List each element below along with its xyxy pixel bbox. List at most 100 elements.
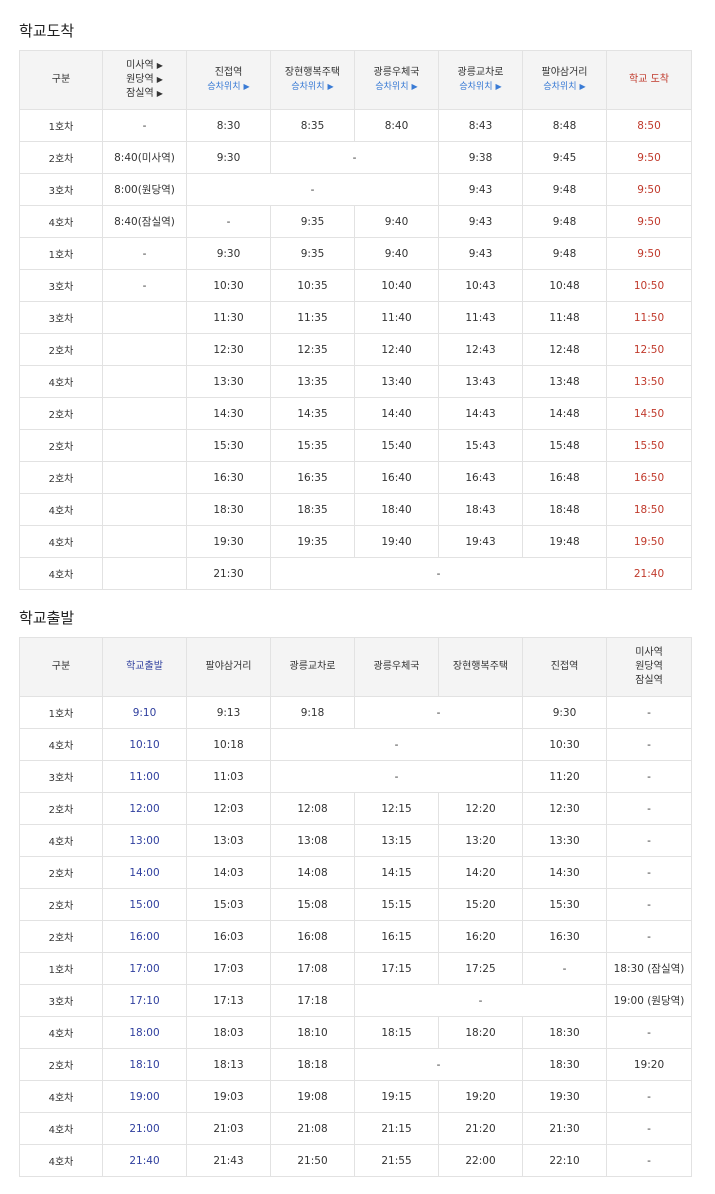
cell-origin xyxy=(102,397,187,430)
cell-janghyeon: 16:35 xyxy=(270,461,355,494)
cell-intersection: 16:08 xyxy=(270,920,355,953)
table-row: 4호차 21:00 21:03 21:08 21:15 21:20 21:30- xyxy=(19,1112,692,1145)
seat-link-janghyeon[interactable]: 승차위치 ▶ xyxy=(271,80,354,94)
cell-palya: 14:03 xyxy=(186,856,271,889)
cell-intersection: 14:08 xyxy=(270,856,355,889)
seat-link-palya[interactable]: 승차위치 ▶ xyxy=(523,80,606,94)
table-row: 2호차 16:00 16:03 16:08 16:15 16:20 16:30- xyxy=(19,920,692,953)
cell-post: 13:40 xyxy=(354,365,439,398)
cell-car: 4호차 xyxy=(19,557,103,590)
header-gubun: 구분 xyxy=(19,50,103,110)
cell-post: 15:40 xyxy=(354,429,439,462)
cell-destination: - xyxy=(606,920,692,953)
table-row: 3호차 17:10 17:13 17:18-19:00 (원당역) xyxy=(19,984,692,1017)
cell-palya: 12:48 xyxy=(522,333,607,366)
cell-car: 4호차 xyxy=(19,1144,103,1177)
cell-post: 13:15 xyxy=(354,824,439,857)
cell-janghyeon: 21:20 xyxy=(438,1112,523,1145)
cell-jinjeop: 21:30 xyxy=(522,1112,607,1145)
cell-post: 15:15 xyxy=(354,888,439,921)
table-row: 3호차 11:00 11:03-11:20- xyxy=(19,760,692,793)
header-janghyeon: 장현행복주택 승차위치 ▶ xyxy=(270,50,355,110)
cell-post: 9:40 xyxy=(354,205,439,238)
cell-jinjeop: 13:30 xyxy=(522,824,607,857)
cell-post: 21:15 xyxy=(354,1112,439,1145)
cell-jinjeop: 18:30 xyxy=(522,1016,607,1049)
cell-jinjeop: 10:30 xyxy=(186,269,271,302)
cell-car: 4호차 xyxy=(19,1016,103,1049)
cell-car: 3호차 xyxy=(19,760,103,793)
cell-car: 4호차 xyxy=(19,525,103,558)
cell-destination: - xyxy=(606,1080,692,1113)
seat-link-intersection[interactable]: 승차위치 ▶ xyxy=(439,80,522,94)
cell-school-departure: 13:00 xyxy=(102,824,187,857)
cell-origin xyxy=(102,557,187,590)
cell-jinjeop: 13:30 xyxy=(186,365,271,398)
cell-intersection: 9:43 xyxy=(438,205,523,238)
cell-palya: 13:48 xyxy=(522,365,607,398)
cell-destination: - xyxy=(606,1016,692,1049)
cell-origin xyxy=(102,301,187,334)
header-palya: 팔야삼거리 xyxy=(186,637,271,697)
cell-palya: 15:48 xyxy=(522,429,607,462)
cell-destination: 18:30 (잠실역) xyxy=(606,952,692,985)
cell-school-departure: 17:10 xyxy=(102,984,187,1017)
cell-palya: 8:48 xyxy=(522,109,607,142)
cell-palya: 21:43 xyxy=(186,1144,271,1177)
cell-car: 4호차 xyxy=(19,493,103,526)
cell-merged: - xyxy=(354,1048,523,1081)
cell-jinjeop: 9:30 xyxy=(522,696,607,729)
cell-car: 1호차 xyxy=(19,696,103,729)
cell-intersection: 8:43 xyxy=(438,109,523,142)
cell-post: 12:15 xyxy=(354,792,439,825)
header-school-arrival: 학교 도착 xyxy=(606,50,692,110)
table-row: 4호차 18:30 18:35 18:40 18:43 18:48 18:50 xyxy=(19,493,692,526)
header-intersection: 광릉교차로 승차위치 ▶ xyxy=(438,50,523,110)
cell-origin: 8:00(원당역) xyxy=(102,173,187,206)
cell-destination: - xyxy=(606,728,692,761)
cell-school-arrival: 14:50 xyxy=(606,397,692,430)
cell-intersection: 9:43 xyxy=(438,237,523,270)
cell-origin xyxy=(102,333,187,366)
table-row: 2호차 16:30 16:35 16:40 16:43 16:48 16:50 xyxy=(19,461,692,494)
cell-post: 17:15 xyxy=(354,952,439,985)
cell-car: 4호차 xyxy=(19,365,103,398)
cell-jinjeop: 16:30 xyxy=(522,920,607,953)
seat-link-post[interactable]: 승차위치 ▶ xyxy=(355,80,438,94)
cell-car: 3호차 xyxy=(19,984,103,1017)
cell-intersection: 21:50 xyxy=(270,1144,355,1177)
header-origin-stations: 미사역 ▶ 원당역 ▶ 잠실역 ▶ xyxy=(102,50,187,110)
cell-intersection: 15:43 xyxy=(438,429,523,462)
table-row: 1호차 -9:30 9:35 9:40 9:43 9:48 9:50 xyxy=(19,237,692,270)
table-row: 4호차 8:40(잠실역) -9:35 9:40 9:43 9:48 9:50 xyxy=(19,205,692,238)
cell-post: 19:40 xyxy=(354,525,439,558)
cell-palya: 9:45 xyxy=(522,141,607,174)
cell-jinjeop: 11:20 xyxy=(522,760,607,793)
cell-school-arrival: 18:50 xyxy=(606,493,692,526)
cell-jinjeop: - xyxy=(522,952,607,985)
cell-destination: - xyxy=(606,856,692,889)
cell-destination: - xyxy=(606,1144,692,1177)
cell-janghyeon: 14:35 xyxy=(270,397,355,430)
cell-merged: - xyxy=(354,984,607,1017)
cell-palya: 14:48 xyxy=(522,397,607,430)
cell-jinjeop: 14:30 xyxy=(522,856,607,889)
cell-intersection: 21:08 xyxy=(270,1112,355,1145)
header-jinjeop: 진접역 xyxy=(522,637,607,697)
cell-post: 16:15 xyxy=(354,920,439,953)
header-post: 광릉우체국 승차위치 ▶ xyxy=(354,50,439,110)
cell-intersection: 16:43 xyxy=(438,461,523,494)
cell-palya: 10:18 xyxy=(186,728,271,761)
cell-janghyeon: 11:35 xyxy=(270,301,355,334)
cell-jinjeop: 18:30 xyxy=(186,493,271,526)
cell-school-arrival: 13:50 xyxy=(606,365,692,398)
cell-car: 2호차 xyxy=(19,141,103,174)
cell-car: 3호차 xyxy=(19,269,103,302)
cell-janghyeon: 22:00 xyxy=(438,1144,523,1177)
seat-link-jinjeop[interactable]: 승차위치 ▶ xyxy=(187,80,270,94)
cell-janghyeon: 8:35 xyxy=(270,109,355,142)
cell-jinjeop: 9:30 xyxy=(186,237,271,270)
cell-post: 14:15 xyxy=(354,856,439,889)
cell-post: 12:40 xyxy=(354,333,439,366)
cell-post: 10:40 xyxy=(354,269,439,302)
